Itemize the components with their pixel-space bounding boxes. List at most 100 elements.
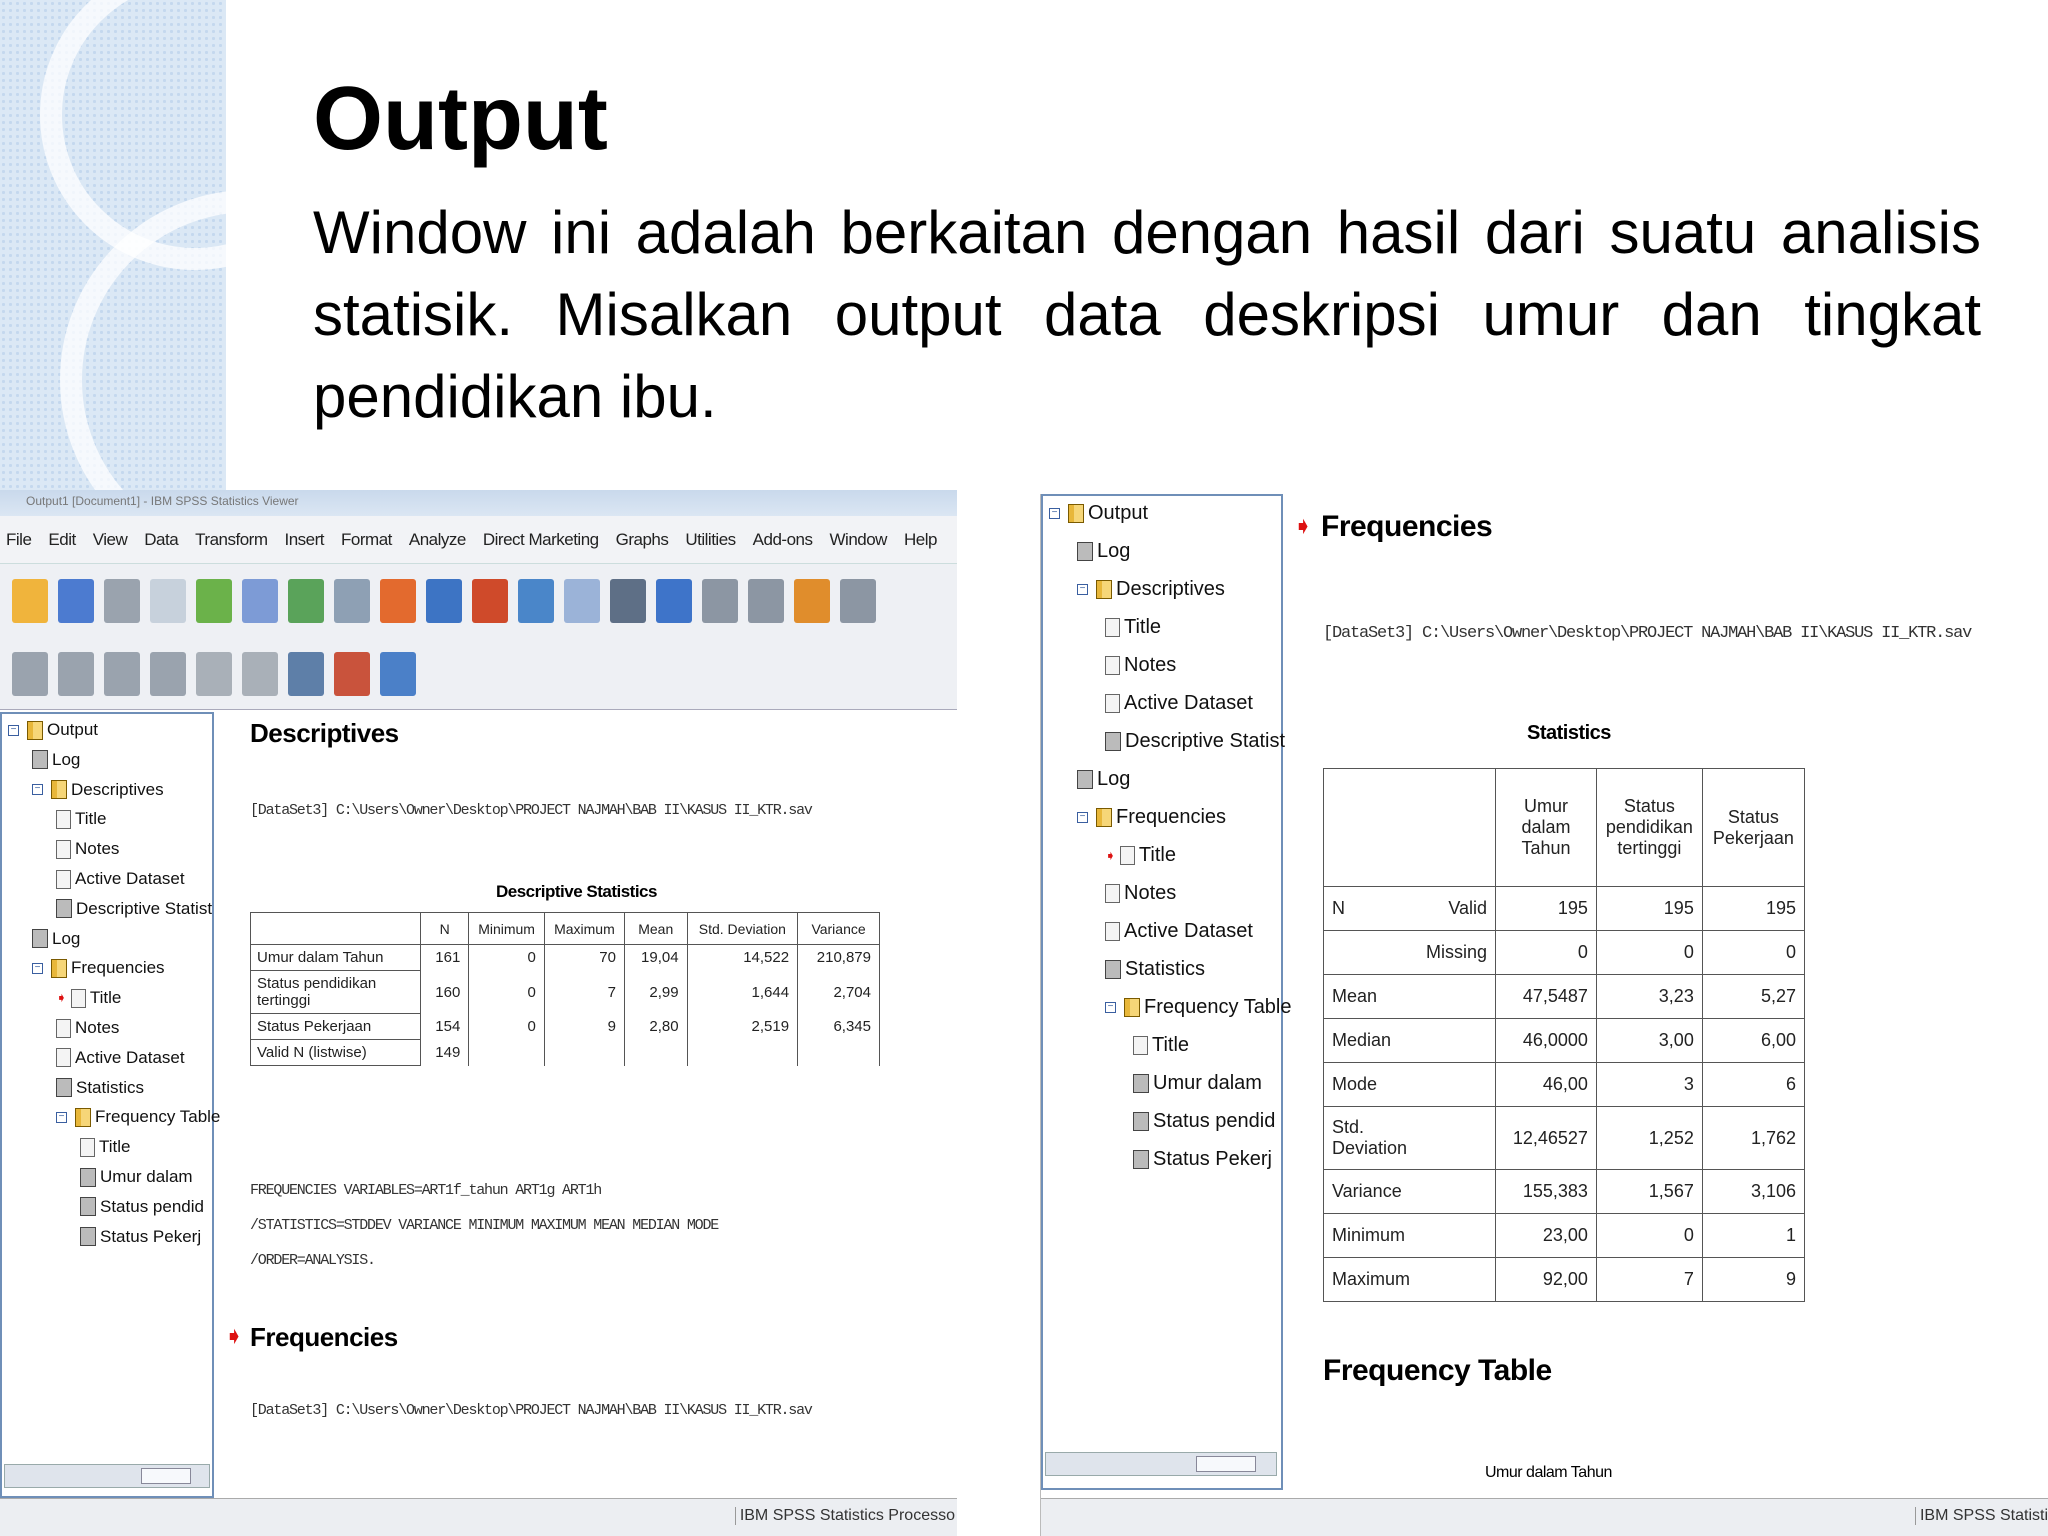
outline-item[interactable]: Active Dataset <box>1105 920 1253 943</box>
menu-item-edit[interactable]: Edit <box>48 530 76 550</box>
outline-item[interactable]: Title <box>56 809 107 829</box>
menu-item-insert[interactable]: Insert <box>285 530 325 550</box>
show-all-icon[interactable] <box>794 579 830 623</box>
print-preview-icon[interactable] <box>150 579 186 623</box>
outline-item[interactable]: − Descriptives <box>1077 578 1225 601</box>
outline-item[interactable]: − Frequencies <box>1077 806 1226 829</box>
outline-item[interactable]: Notes <box>1105 882 1176 905</box>
outline-item[interactable]: ➧ Title <box>56 988 121 1008</box>
collapse-toggle-icon[interactable]: − <box>56 1111 67 1123</box>
table-caption: Statistics <box>1527 722 1611 744</box>
menu-item-window[interactable]: Window <box>830 530 888 550</box>
goto-case-icon[interactable] <box>426 579 462 623</box>
outline-item[interactable]: − Descriptives <box>32 780 164 800</box>
outline-item[interactable]: − Frequency Table <box>56 1107 220 1127</box>
outline-item[interactable]: − Output <box>8 720 98 740</box>
variables-icon[interactable] <box>472 579 508 623</box>
outline-pane[interactable]: − Output Log − Descriptives Title Notes Active … <box>1041 494 1292 1490</box>
outline-item[interactable]: − Frequencies <box>32 958 165 978</box>
outline-item[interactable]: Descriptive Statist <box>1105 730 1285 753</box>
collapse-toggle-icon[interactable]: − <box>32 962 43 974</box>
menu-item-utilities[interactable]: Utilities <box>685 530 736 550</box>
collapse-toggle-icon[interactable]: − <box>32 784 43 796</box>
table-cell: 210,879 <box>797 944 880 971</box>
expand-icon[interactable] <box>104 651 140 696</box>
redo-icon[interactable] <box>334 579 370 623</box>
outline-item[interactable]: − Output <box>1049 502 1148 525</box>
collapse-toggle-icon[interactable]: − <box>8 724 19 736</box>
outline-item[interactable]: Title <box>1133 1034 1189 1057</box>
table-cell: 155,383 <box>1495 1169 1597 1214</box>
insert-heading-icon[interactable] <box>288 651 324 696</box>
insert-cases-icon[interactable] <box>518 579 554 623</box>
back-icon[interactable] <box>12 651 48 696</box>
menu-item-data[interactable]: Data <box>144 530 178 550</box>
split-file-icon[interactable] <box>564 579 600 623</box>
outline-item[interactable]: Notes <box>1105 654 1176 677</box>
outline-item[interactable]: Log <box>32 929 80 949</box>
recall-dialog-icon[interactable] <box>242 579 278 623</box>
forward-icon[interactable] <box>58 651 94 696</box>
outline-item[interactable]: Log <box>1077 768 1130 791</box>
insert-title-icon[interactable] <box>334 651 370 696</box>
show-icon[interactable] <box>196 651 232 696</box>
spell-icon[interactable] <box>840 579 876 623</box>
table-cell: 3,00 <box>1595 1018 1703 1063</box>
goto-data-icon[interactable] <box>380 579 416 623</box>
outline-item[interactable]: Status pendid <box>1133 1110 1275 1133</box>
outline-pane[interactable]: − Output Log − Descriptives Title Notes Active … <box>0 712 220 1498</box>
outline-item[interactable]: Notes <box>56 1018 119 1038</box>
outline-item[interactable]: Title <box>80 1137 131 1157</box>
table-cell <box>543 1039 625 1066</box>
menu-item-transform[interactable]: Transform <box>195 530 268 550</box>
menu-item-format[interactable]: Format <box>341 530 392 550</box>
outline-item[interactable]: Active Dataset <box>56 869 185 889</box>
menu-item-help[interactable]: Help <box>904 530 937 550</box>
scrollbar-thumb[interactable] <box>141 1468 191 1484</box>
outline-item[interactable]: Statistics <box>1105 958 1205 981</box>
open-icon[interactable] <box>12 579 48 623</box>
collapse-toggle-icon[interactable]: − <box>1049 508 1060 519</box>
outline-item[interactable]: Notes <box>56 839 119 859</box>
use-sets-icon[interactable] <box>748 579 784 623</box>
outline-item[interactable]: Umur dalam <box>80 1167 193 1187</box>
table-cell: 3,23 <box>1595 974 1703 1019</box>
row-label: Minimum <box>1323 1213 1419 1258</box>
menu-item-view[interactable]: View <box>93 530 128 550</box>
collapse-toggle-icon[interactable]: − <box>1105 1002 1116 1013</box>
outline-item[interactable]: Descriptive Statist <box>56 899 212 919</box>
menu-item-direct-marketing[interactable]: Direct Marketing <box>483 530 599 550</box>
menu-item-file[interactable]: File <box>6 530 32 550</box>
collapse-toggle-icon[interactable]: − <box>1077 584 1088 595</box>
outline-item[interactable]: Log <box>32 750 80 770</box>
undo-icon[interactable] <box>288 579 324 623</box>
menu-item-add-ons[interactable]: Add-ons <box>753 530 813 550</box>
hide-icon[interactable] <box>242 651 278 696</box>
outline-item[interactable]: Statistics <box>56 1078 144 1098</box>
outline-scrollbar[interactable] <box>4 1464 210 1488</box>
collapse-toggle-icon[interactable]: − <box>1077 812 1088 823</box>
table-header-row: Umur dalam Tahun Status pendidikan tertin… <box>1322 768 1806 887</box>
save-icon[interactable] <box>58 579 94 623</box>
value-labels-icon[interactable] <box>702 579 738 623</box>
outline-item[interactable]: Status pendid <box>80 1197 204 1217</box>
outline-item[interactable]: Umur dalam <box>1133 1072 1262 1095</box>
outline-item[interactable]: − Frequency Table <box>1105 996 1292 1019</box>
outline-item[interactable]: Status Pekerj <box>1133 1148 1272 1171</box>
select-cases-icon[interactable] <box>656 579 692 623</box>
outline-item[interactable]: ➧ Title <box>1105 844 1176 867</box>
outline-item[interactable]: Log <box>1077 540 1130 563</box>
outline-item[interactable]: Active Dataset <box>56 1048 185 1068</box>
outline-item[interactable]: Title <box>1105 616 1161 639</box>
export-icon[interactable] <box>196 579 232 623</box>
outline-item[interactable]: Active Dataset <box>1105 692 1253 715</box>
outline-item[interactable]: Status Pekerj <box>80 1227 201 1247</box>
insert-text-icon[interactable] <box>380 651 416 696</box>
weight-cases-icon[interactable] <box>610 579 646 623</box>
collapse-icon[interactable] <box>150 651 186 696</box>
menu-item-analyze[interactable]: Analyze <box>409 530 466 550</box>
outline-scrollbar[interactable] <box>1045 1452 1277 1476</box>
menu-item-graphs[interactable]: Graphs <box>616 530 669 550</box>
scrollbar-thumb[interactable] <box>1196 1456 1256 1472</box>
print-icon[interactable] <box>104 579 140 623</box>
